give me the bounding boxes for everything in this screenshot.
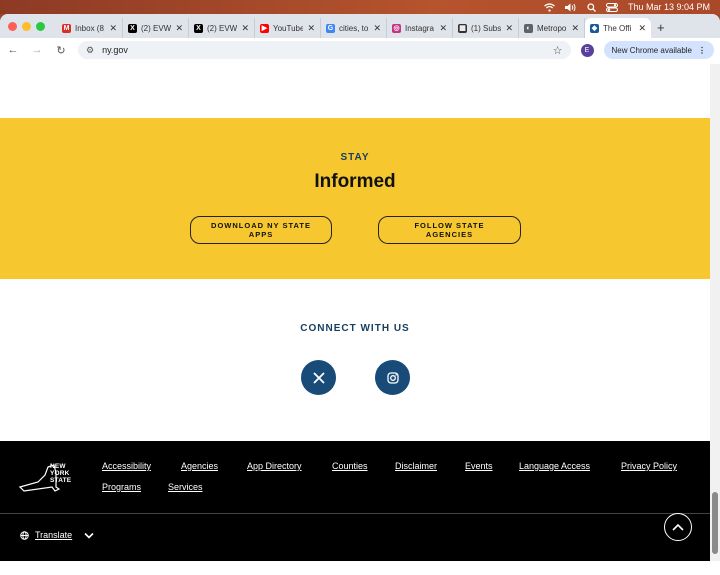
scrollbar-thumb[interactable] <box>712 492 718 554</box>
tab-title: (2) EVW <box>207 23 238 33</box>
page-scrollbar[interactable] <box>710 64 720 561</box>
minimize-window-button[interactable] <box>22 21 31 31</box>
footer-link[interactable]: Accessibility <box>102 461 151 471</box>
browser-toolbar: ← → ↻ ⚙ ny.gov ☆ E New Chrome available … <box>0 38 720 62</box>
instagram-icon: ◎ <box>392 23 401 33</box>
footer-divider <box>0 513 710 514</box>
ny-logo-text: NEW YORK STATE <box>50 463 72 484</box>
footer-link[interactable]: Disclaimer <box>395 461 437 471</box>
stay-informed-section: STAY Informed DOWNLOAD NY STATE APPS FOL… <box>0 118 710 279</box>
close-tab-icon[interactable]: ✕ <box>175 23 183 34</box>
footer-link[interactable]: Agencies <box>181 461 218 471</box>
connect-heading: CONNECT WITH US <box>300 323 410 334</box>
tab-title: The Offi <box>603 23 632 33</box>
reload-icon[interactable]: ↻ <box>54 44 68 57</box>
x-icon <box>312 371 325 384</box>
browser-tab[interactable]: ▦ (1) Subs ✕ <box>453 18 519 38</box>
browser-tab[interactable]: X (2) EVW ✕ <box>189 18 255 38</box>
macos-menubar: Thu Mar 13 9:04 PM <box>0 0 720 14</box>
footer-link[interactable]: Counties <box>332 461 368 471</box>
forward-icon[interactable]: → <box>30 44 44 56</box>
browser-tab[interactable]: ▶ YouTube ✕ <box>255 18 321 38</box>
menubar-datetime[interactable]: Thu Mar 13 9:04 PM <box>628 2 710 12</box>
translate-control[interactable]: Translate <box>20 530 94 540</box>
tab-title: Inbox (8 <box>75 23 104 33</box>
browser-tab[interactable]: ◎ Instagra ✕ <box>387 18 453 38</box>
tab-title: (2) EVW <box>141 23 172 33</box>
download-apps-button[interactable]: DOWNLOAD NY STATE APPS <box>190 216 332 244</box>
tab-list: M Inbox (8 ✕ X (2) EVW ✕ X (2) EVW ✕ ▶ YouTube ✕ Gci… <box>57 18 651 38</box>
chevron-up-icon <box>672 523 684 531</box>
tab-strip: M Inbox (8 ✕ X (2) EVW ✕ X (2) EVW ✕ ▶ YouTube ✕ Gci… <box>0 14 720 38</box>
close-tab-icon[interactable]: ✕ <box>505 23 513 34</box>
new-tab-button[interactable]: + <box>657 18 665 38</box>
nygov-icon: ◆ <box>590 23 599 33</box>
footer-link[interactable]: Language Access <box>519 461 590 471</box>
profile-avatar[interactable]: E <box>580 43 594 57</box>
browser-tab[interactable]: M Inbox (8 ✕ <box>57 18 123 38</box>
instagram-social-button[interactable] <box>375 360 410 395</box>
close-tab-icon[interactable]: ✕ <box>439 23 447 34</box>
translate-label[interactable]: Translate <box>35 530 72 540</box>
close-tab-icon[interactable]: ✕ <box>571 23 579 34</box>
search-icon[interactable] <box>587 2 596 12</box>
x-social-button[interactable] <box>301 360 336 395</box>
footer-link[interactable]: Services <box>168 482 203 492</box>
footer-link[interactable]: Programs <box>102 482 141 492</box>
browser-tab[interactable]: X (2) EVW ✕ <box>123 18 189 38</box>
wifi-icon[interactable] <box>544 2 555 12</box>
address-bar[interactable]: ⚙ ny.gov ☆ <box>78 41 571 59</box>
stay-heading: Informed <box>314 171 396 192</box>
tab-title: YouTube <box>273 23 304 33</box>
browser-tab[interactable]: ◐ Metropo ✕ <box>519 18 585 38</box>
chevron-down-icon[interactable] <box>84 532 94 539</box>
tab-title: Metropo <box>537 23 567 33</box>
zoom-window-button[interactable] <box>36 21 45 31</box>
control-center-icon[interactable] <box>605 2 618 12</box>
globe-icon <box>20 530 29 540</box>
browser-tab[interactable]: ◆ The Offi ✕ <box>585 18 651 38</box>
footer-link[interactable]: Events <box>465 461 493 471</box>
gmail-icon: M <box>62 23 71 33</box>
window-controls <box>8 14 45 38</box>
substack-icon: ▦ <box>458 23 467 33</box>
bookmark-star-icon[interactable]: ☆ <box>553 44 563 57</box>
new-chrome-button[interactable]: New Chrome available ⋮ <box>603 41 714 59</box>
browser-tab[interactable]: Gcities, to ✕ <box>321 18 387 38</box>
volume-icon[interactable] <box>564 3 577 12</box>
follow-agencies-button[interactable]: FOLLOW STATE AGENCIES <box>378 216 521 244</box>
close-tab-icon[interactable]: ✕ <box>373 23 381 34</box>
close-window-button[interactable] <box>8 21 17 31</box>
ny-state-logo[interactable]: NEW YORK STATE <box>18 461 78 495</box>
close-tab-icon[interactable]: ✕ <box>109 23 117 34</box>
footer-link[interactable]: Privacy Policy <box>621 461 677 471</box>
page-icon: ◐ <box>524 23 533 33</box>
google-icon: G <box>326 23 335 33</box>
x-icon: X <box>194 23 203 33</box>
back-icon[interactable]: ← <box>6 44 20 56</box>
close-tab-icon[interactable]: ✕ <box>241 23 249 34</box>
stay-kicker: STAY <box>340 152 370 163</box>
back-to-top-button[interactable] <box>664 513 692 541</box>
close-tab-icon[interactable]: ✕ <box>638 23 646 34</box>
youtube-icon: ▶ <box>260 23 269 33</box>
tab-title: Instagra <box>405 23 434 33</box>
site-footer: NEW YORK STATE Accessibility Agencies App … <box>0 441 710 561</box>
close-tab-icon[interactable]: ✕ <box>307 23 315 34</box>
x-icon: X <box>128 23 137 33</box>
tab-title: (1) Subs <box>471 23 502 33</box>
more-menu-icon[interactable]: ⋮ <box>698 46 706 55</box>
site-info-icon[interactable]: ⚙ <box>86 45 94 56</box>
instagram-icon <box>386 371 399 384</box>
new-chrome-label: New Chrome available <box>611 45 692 55</box>
tab-title: cities, to <box>339 23 369 33</box>
url-text[interactable]: ny.gov <box>102 45 128 55</box>
footer-link[interactable]: App Directory <box>247 461 302 471</box>
page-content: STAY Informed DOWNLOAD NY STATE APPS FOL… <box>0 64 710 561</box>
